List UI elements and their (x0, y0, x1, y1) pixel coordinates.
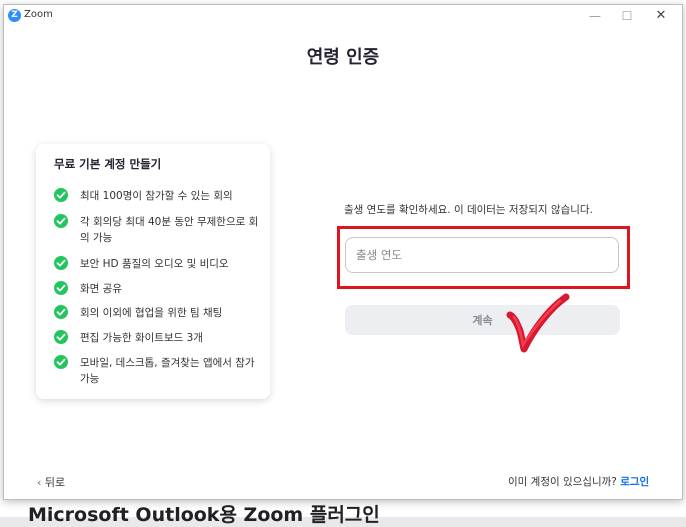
feature-text: 회의 이외에 협업을 위한 팀 채팅 (80, 307, 223, 319)
title-bar: Z Zoom — ☐ ✕ (4, 5, 682, 27)
feature-text: 각 회의당 최대 40분 동안 무제한으로 회의 가능 (80, 216, 259, 244)
check-icon (54, 330, 68, 344)
feature-card: 무료 기본 계정 만들기 최대 100명이 참가할 수 있는 회의 각 회의당 … (36, 144, 270, 399)
close-button[interactable]: ✕ (650, 7, 672, 25)
feature-item: 각 회의당 최대 40분 동안 무제한으로 회의 가능 (54, 214, 259, 246)
check-icon (54, 214, 68, 228)
check-icon (54, 256, 68, 270)
login-link[interactable]: 로그인 (620, 476, 649, 488)
feature-item: 화면 공유 (54, 281, 122, 297)
feature-text: 편집 가능한 화이트보드 3개 (80, 332, 203, 344)
back-link[interactable]: ‹ 뒤로 (37, 474, 65, 490)
check-icon (54, 281, 68, 295)
card-title: 무료 기본 계정 만들기 (54, 157, 162, 171)
account-prompt: 이미 계정이 있으십니까? 로그인 (508, 474, 649, 489)
feature-text: 보안 HD 품질의 오디오 및 비디오 (80, 258, 229, 270)
feature-item: 보안 HD 품질의 오디오 및 비디오 (54, 256, 229, 272)
check-icon (54, 305, 68, 319)
background-page-heading: Microsoft Outlook용 Zoom 플러그인 (28, 504, 380, 526)
feature-text: 화면 공유 (80, 283, 122, 295)
feature-item: 최대 100명이 참가할 수 있는 회의 (54, 188, 233, 204)
feature-item: 회의 이외에 협업을 위한 팀 채팅 (54, 305, 222, 321)
zoom-window: Z Zoom — ☐ ✕ 연령 인증 무료 기본 계정 만들기 최대 100명이… (3, 4, 683, 500)
birth-year-input[interactable] (345, 237, 619, 273)
page-title: 연령 인증 (306, 47, 380, 68)
app-title: Zoom (24, 9, 53, 20)
maximize-button[interactable]: ☐ (616, 7, 638, 25)
check-icon (54, 188, 68, 202)
checkmark-drawing-icon (506, 293, 570, 353)
feature-text: 모바일, 데스크톱, 즐겨찾는 앱에서 참가 가능 (80, 357, 255, 385)
account-prompt-text: 이미 계정이 있으십니까? (508, 476, 617, 488)
feature-text: 최대 100명이 참가할 수 있는 회의 (80, 190, 233, 202)
feature-item: 편집 가능한 화이트보드 3개 (54, 330, 203, 346)
zoom-logo-icon: Z (8, 9, 21, 22)
minimize-button[interactable]: — (584, 7, 606, 25)
check-icon (54, 355, 68, 369)
instruction-text: 출생 연도를 확인하세요. 이 데이터는 저장되지 않습니다. (344, 204, 593, 216)
continue-button[interactable]: 계속 (345, 305, 620, 335)
feature-item: 모바일, 데스크톱, 즐겨찾는 앱에서 참가 가능 (54, 355, 259, 387)
chevron-left-icon: ‹ (37, 476, 45, 489)
back-label: 뒤로 (44, 476, 66, 489)
